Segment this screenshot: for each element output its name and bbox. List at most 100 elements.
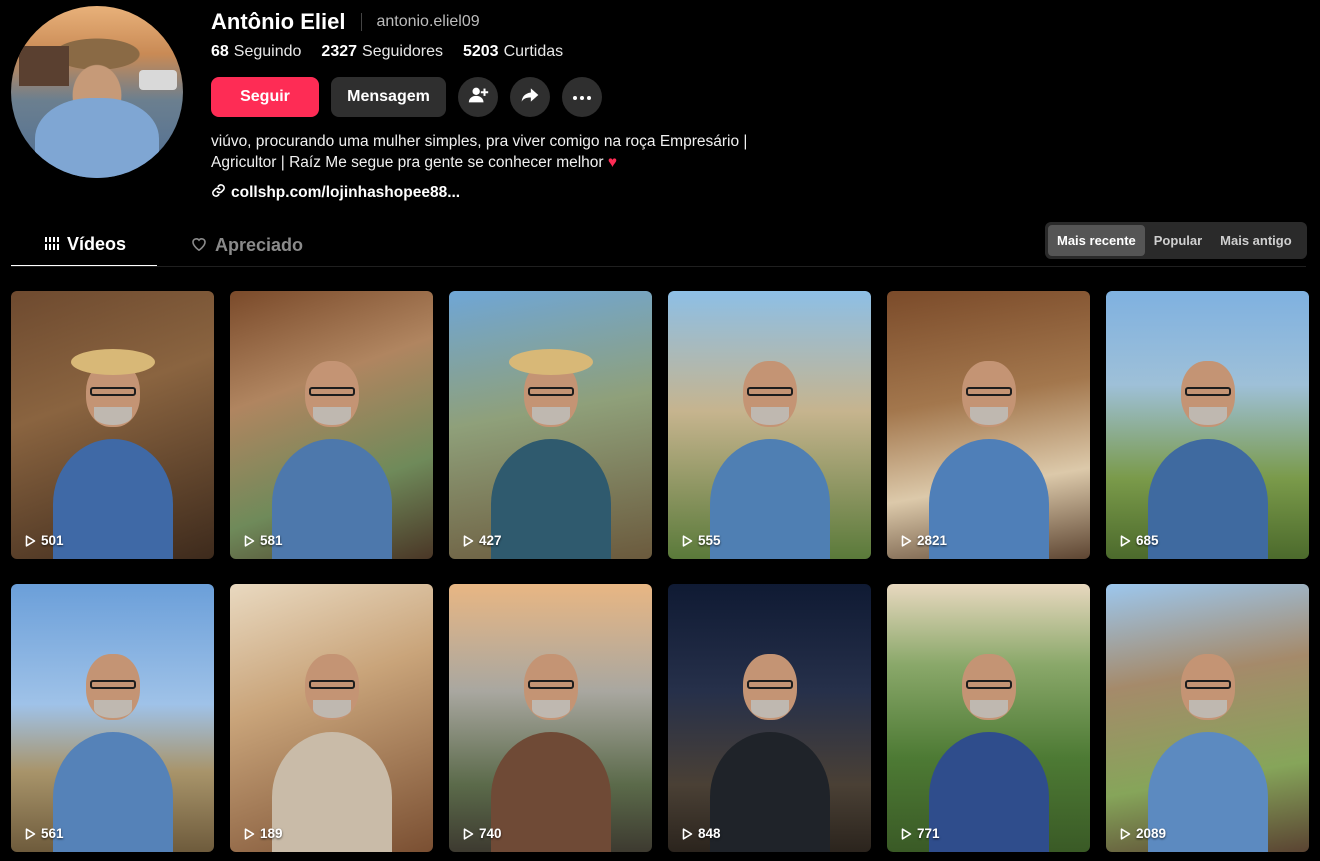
video-card[interactable]: 685 [1106, 291, 1309, 559]
following-count: 68 [211, 43, 229, 60]
following-label: Seguindo [233, 43, 302, 60]
followers-count: 2327 [321, 43, 358, 60]
video-card[interactable]: 555 [668, 291, 871, 559]
video-thumbnail-beard [969, 407, 1008, 425]
profile-display-name: Antônio Eliel [211, 9, 346, 34]
sort-popular-button[interactable]: Popular [1145, 225, 1211, 256]
video-thumbnail-beard [93, 407, 132, 425]
video-thumbnail-glasses [89, 680, 136, 689]
video-card[interactable]: 561 [11, 584, 214, 852]
video-thumbnail-glasses [746, 680, 793, 689]
video-thumbnail-hat [508, 349, 593, 375]
bio-line-2: Agricultor | Raíz Me segue pra gente se … [211, 154, 604, 171]
video-thumbnail-hat [70, 349, 155, 375]
video-thumbnail-beard [1188, 700, 1227, 718]
video-thumbnail-glasses [308, 387, 355, 396]
video-views-text: 740 [479, 826, 502, 841]
video-thumbnail-beard [750, 407, 789, 425]
video-thumbnail-glasses [1184, 680, 1231, 689]
tab-liked[interactable]: Apreciado [157, 225, 333, 265]
video-card[interactable]: 2821 [887, 291, 1090, 559]
video-card[interactable]: 189 [230, 584, 433, 852]
video-view-count: 501 [25, 533, 64, 548]
video-view-count: 740 [463, 826, 502, 841]
video-thumbnail-glasses [308, 680, 355, 689]
stat-following[interactable]: 68 Seguindo [211, 43, 301, 61]
video-views-text: 189 [260, 826, 283, 841]
video-grid: 501 581 427 555 2821 685 561 189 740 848 771 2089 [11, 291, 1309, 852]
followers-label: Seguidores [362, 43, 443, 60]
video-view-count: 555 [682, 533, 721, 548]
profile-actions: Seguir Mensagem [211, 77, 602, 117]
video-view-count: 685 [1120, 533, 1159, 548]
video-card[interactable]: 771 [887, 584, 1090, 852]
video-view-count: 2089 [1120, 826, 1166, 841]
sort-segmented-control: Mais recente Popular Mais antigo [1045, 222, 1307, 259]
heart-outline-icon [191, 235, 207, 256]
video-thumbnail-glasses [1184, 387, 1231, 396]
video-card[interactable]: 2089 [1106, 584, 1309, 852]
sort-oldest-button[interactable]: Mais antigo [1211, 225, 1301, 256]
stat-followers[interactable]: 2327 Seguidores [321, 43, 443, 61]
profile-handle: antonio.eliel09 [376, 13, 480, 30]
video-thumbnail-person [490, 732, 611, 852]
more-dots-icon [572, 88, 592, 106]
share-button[interactable] [510, 77, 550, 117]
video-thumbnail-beard [531, 407, 570, 425]
video-card[interactable]: 740 [449, 584, 652, 852]
video-thumbnail-beard [969, 700, 1008, 718]
video-thumbnail-person [52, 732, 173, 852]
video-thumbnail-person [709, 732, 830, 852]
profile-avatar[interactable] [11, 6, 183, 178]
bio-line-2-row: Agricultor | Raíz Me segue pra gente se … [211, 152, 801, 173]
video-views-text: 427 [479, 533, 502, 548]
add-user-icon [467, 84, 489, 111]
video-thumbnail-beard [1188, 407, 1227, 425]
profile-bio: viúvo, procurando uma mulher simples, pr… [211, 131, 801, 173]
video-view-count: 771 [901, 826, 940, 841]
video-thumbnail-person [271, 732, 392, 852]
video-card[interactable]: 581 [230, 291, 433, 559]
profile-link[interactable]: collshp.com/lojinhashopee88... [211, 183, 460, 203]
play-icon [1120, 827, 1131, 840]
video-views-text: 771 [917, 826, 940, 841]
sort-recent-button[interactable]: Mais recente [1048, 225, 1145, 256]
avatar-barn [19, 46, 69, 86]
add-friend-button[interactable] [458, 77, 498, 117]
video-thumbnail-glasses [527, 387, 574, 396]
play-icon [1120, 534, 1131, 547]
play-icon [682, 534, 693, 547]
play-icon [901, 827, 912, 840]
video-card[interactable]: 427 [449, 291, 652, 559]
video-thumbnail-person [928, 732, 1049, 852]
message-button[interactable]: Mensagem [331, 77, 446, 117]
follow-button[interactable]: Seguir [211, 77, 319, 117]
play-icon [25, 827, 36, 840]
profile-tabs: Vídeos Apreciado [11, 225, 333, 267]
play-icon [682, 827, 693, 840]
video-thumbnail-beard [750, 700, 789, 718]
video-views-text: 581 [260, 533, 283, 548]
share-arrow-icon [520, 85, 540, 110]
profile-stats: 68 Seguindo 2327 Seguidores 5203 Curtidas [211, 42, 563, 62]
likes-count: 5203 [462, 43, 499, 60]
video-views-text: 848 [698, 826, 721, 841]
video-thumbnail-person [1147, 439, 1268, 559]
video-card[interactable]: 501 [11, 291, 214, 559]
video-view-count: 427 [463, 533, 502, 548]
tab-videos-label: Vídeos [67, 233, 127, 254]
more-options-button[interactable] [562, 77, 602, 117]
play-icon [463, 534, 474, 547]
video-view-count: 848 [682, 826, 721, 841]
video-views-text: 2821 [917, 533, 948, 548]
video-card[interactable]: 848 [668, 584, 871, 852]
tab-videos[interactable]: Vídeos [11, 225, 157, 267]
video-thumbnail-person [271, 439, 392, 559]
heart-emoji-icon: ♥ [607, 154, 618, 171]
tabs-divider [11, 266, 1306, 267]
video-thumbnail-beard [93, 700, 132, 718]
bio-line-1: viúvo, procurando uma mulher simples, pr… [211, 133, 748, 150]
video-view-count: 2821 [901, 533, 947, 548]
video-thumbnail-glasses [527, 680, 574, 689]
video-views-text: 561 [41, 826, 64, 841]
